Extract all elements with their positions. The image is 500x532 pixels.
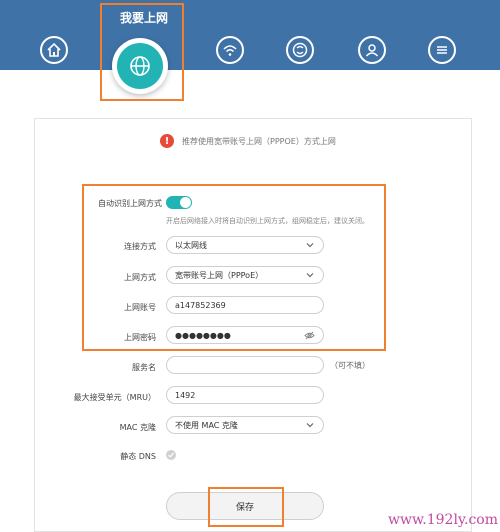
toggle-knob [180,197,191,208]
save-button[interactable]: 保存 [166,492,324,520]
home-icon[interactable] [40,36,68,64]
connection-select[interactable]: 以太网线 [166,236,324,254]
mac-clone-label: MAC 克隆 [119,423,156,432]
password-value: ●●●●●●●● [175,330,231,340]
mac-clone-select[interactable]: 不使用 MAC 克隆 [166,416,324,434]
pppoe-notice: ! 推荐使用宽带账号上网（PPPOE）方式上网 [160,133,336,149]
auto-detect-toggle[interactable] [166,196,192,209]
internet-nav-button[interactable] [112,38,168,94]
password-label: 上网密码 [124,333,156,342]
account-label: 上网账号 [124,303,156,312]
mac-clone-value: 不使用 MAC 克隆 [175,420,238,430]
access-mode-select[interactable]: 宽带账号上网（PPPoE） [166,266,324,284]
service-name-optional-note: （可不填） [330,361,370,370]
notice-text: 推荐使用宽带账号上网（PPPOE）方式上网 [182,136,336,146]
top-nav-bar: 我要上网 [0,0,500,94]
nav-active-title: 我要上网 [119,11,168,25]
static-dns-checkbox[interactable] [166,450,176,460]
service-name-input[interactable] [166,356,324,374]
access-mode-value: 宽带账号上网（PPPoE） [175,270,264,280]
settings-card [34,118,472,532]
access-mode-label: 上网方式 [124,273,156,282]
mru-label: 最大接受单元（MRU） [73,393,156,402]
account-value: a147852369 [175,300,226,310]
connection-label: 连接方式 [124,242,156,251]
device-icon[interactable] [286,36,314,64]
mru-input[interactable]: 1492 [166,386,324,404]
wifi-icon[interactable] [216,36,244,64]
auto-detect-hint: 开启后网络接入时将自动识别上网方式，组网稳定后，建议关闭。 [166,217,369,225]
watermark-text: www.192ly.com [388,512,498,528]
chevron-down-icon [305,420,315,430]
service-name-label: 服务名 [132,363,156,372]
connection-value: 以太网线 [175,240,207,250]
chevron-down-icon [305,240,315,250]
menu-icon[interactable] [428,36,456,64]
mru-value: 1492 [175,390,196,400]
check-icon [168,452,174,458]
static-dns-label: 静态 DNS [120,452,156,461]
chevron-down-icon [305,270,315,280]
globe-icon [117,43,163,89]
eye-off-icon[interactable] [304,330,315,341]
user-icon[interactable] [358,36,386,64]
auto-detect-label: 自动识别上网方式 [98,199,162,208]
warning-icon: ! [160,134,174,148]
account-input[interactable]: a147852369 [166,296,324,314]
password-input[interactable]: ●●●●●●●● [166,326,324,344]
